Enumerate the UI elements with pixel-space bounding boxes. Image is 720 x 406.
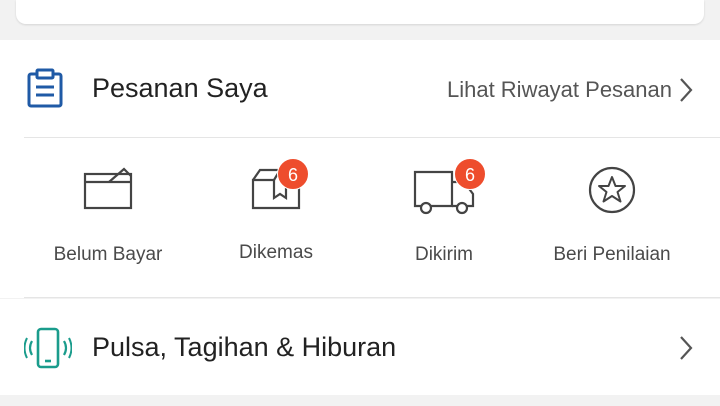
status-label-shipped: Dikirim [414, 244, 474, 265]
status-label-packed: Dikemas [239, 242, 313, 263]
badge-shipped: 6 [454, 158, 486, 190]
status-label-rate: Beri Penilaian [553, 244, 671, 265]
clipboard-icon [27, 68, 63, 108]
divider [24, 297, 720, 298]
status-label-unpaid: Belum Bayar [53, 244, 163, 265]
bills-section: Pulsa, Tagihan & Hiburan [0, 299, 720, 395]
my-orders-header[interactable]: Pesanan Saya Lihat Riwayat Pesanan [0, 40, 720, 137]
bills-entertainment-row[interactable]: Pulsa, Tagihan & Hiburan [0, 299, 720, 395]
badge-packed: 6 [277, 158, 309, 190]
chevron-right-icon [680, 336, 693, 360]
wallet-icon [83, 167, 133, 210]
my-orders-title: Pesanan Saya [92, 73, 268, 103]
star-icon [588, 166, 636, 214]
top-card [16, 0, 704, 24]
status-packed[interactable]: 6 Dikemas [186, 138, 366, 298]
status-rate[interactable]: Beri Penilaian [522, 138, 702, 298]
status-unpaid[interactable]: Belum Bayar [18, 138, 198, 298]
status-shipped[interactable]: 6 Dikirim [354, 138, 534, 298]
my-orders-section: Pesanan Saya Lihat Riwayat Pesanan Belum… [0, 40, 720, 298]
order-history-link[interactable]: Lihat Riwayat Pesanan [447, 77, 672, 103]
chevron-right-icon [680, 78, 693, 102]
phone-icon [24, 327, 72, 369]
bills-title: Pulsa, Tagihan & Hiburan [92, 332, 397, 362]
